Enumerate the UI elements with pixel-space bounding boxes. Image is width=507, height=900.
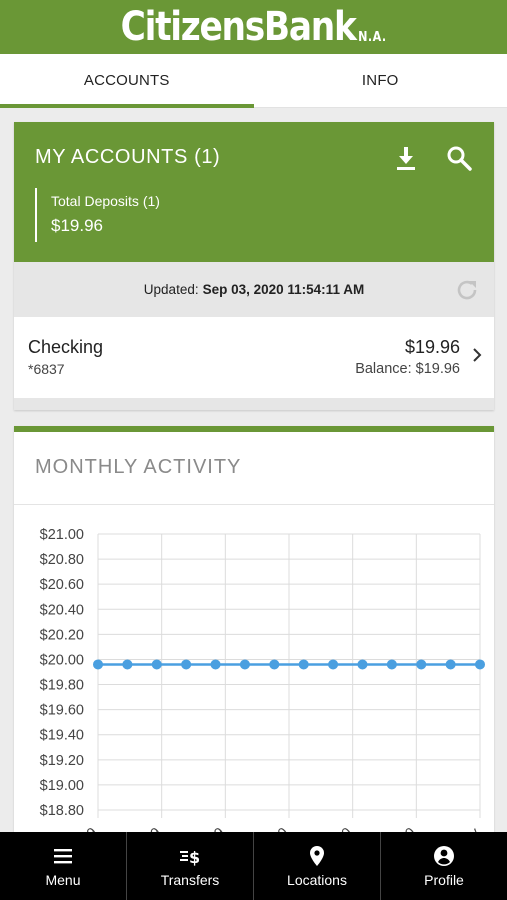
nav-locations-label: Locations xyxy=(287,871,347,888)
nav-locations[interactable]: Locations xyxy=(254,832,381,900)
data-point xyxy=(475,659,485,670)
nav-transfers[interactable]: $ Transfers xyxy=(127,832,254,900)
data-point xyxy=(122,659,133,670)
total-deposits[interactable]: Total Deposits (1) $19.96 xyxy=(35,188,160,242)
chevron-right-icon xyxy=(473,348,482,362)
monthly-activity-title: MONTHLY ACTIVITY xyxy=(35,456,242,478)
refresh-icon[interactable] xyxy=(454,277,480,303)
y-tick-label: $19.60 xyxy=(40,703,84,719)
nav-profile[interactable]: Profile xyxy=(381,832,507,900)
y-tick-label: $18.80 xyxy=(40,803,84,819)
monthly-activity-card: MONTHLY ACTIVITY $21.00 $20.80 $20.60 $20.4… xyxy=(14,426,494,846)
data-point xyxy=(269,659,280,670)
svg-text:$: $ xyxy=(189,848,200,867)
tab-accounts[interactable]: ACCOUNTS xyxy=(0,54,254,108)
transfers-icon: $ xyxy=(180,848,200,867)
nav-menu-label: Menu xyxy=(45,871,81,888)
tab-bar: ACCOUNTS INFO xyxy=(0,54,507,108)
data-point xyxy=(210,659,221,670)
download-icon[interactable] xyxy=(394,145,418,171)
data-point xyxy=(181,659,192,670)
y-tick-label: $20.40 xyxy=(40,602,84,618)
data-point xyxy=(445,659,456,670)
my-accounts-title: MY ACCOUNTS (1) xyxy=(35,146,221,168)
account-name: Checking xyxy=(28,337,104,357)
updated-label: Updated: xyxy=(143,282,199,297)
search-icon[interactable] xyxy=(446,145,472,171)
account-amount: $19.96 xyxy=(404,337,460,357)
y-tick-label: $21.00 xyxy=(40,527,84,543)
updated-bar: Updated: Sep 03, 2020 11:54:11 AM xyxy=(14,262,494,317)
y-tick-label: $20.20 xyxy=(40,627,84,643)
my-accounts-card: MY ACCOUNTS (1) Total Deposits (1) $19.9… xyxy=(14,122,494,410)
y-tick-label: $20.60 xyxy=(40,577,84,593)
y-tick-label: $19.40 xyxy=(40,728,84,744)
data-point xyxy=(151,659,162,670)
y-tick-label: $19.00 xyxy=(40,778,84,794)
data-point xyxy=(328,659,339,670)
card-footer xyxy=(14,398,494,410)
logo-name: CitizensBank xyxy=(120,4,357,50)
y-tick-label: $20.80 xyxy=(40,552,84,568)
data-point xyxy=(239,659,250,670)
divider xyxy=(14,504,494,505)
logo-suffix: N.A. xyxy=(358,30,387,45)
data-point xyxy=(93,659,103,670)
tab-info[interactable]: INFO xyxy=(254,54,507,107)
data-point xyxy=(298,659,309,670)
location-pin-icon xyxy=(310,845,324,866)
nav-menu[interactable]: Menu xyxy=(0,832,127,900)
app-header: CitizensBank N.A. xyxy=(0,0,507,54)
nav-transfers-label: Transfers xyxy=(160,871,220,888)
nav-profile-label: Profile xyxy=(424,871,464,888)
bank-logo: CitizensBank N.A. xyxy=(121,4,387,50)
my-accounts-header: MY ACCOUNTS (1) Total Deposits (1) $19.9… xyxy=(14,122,494,262)
account-row-checking[interactable]: Checking *6837 $19.96 Balance: $19.96 xyxy=(14,317,494,398)
monthly-activity-chart: $21.00 $20.80 $20.60 $20.40 $20.20 $20.00 $19.… xyxy=(40,527,485,846)
chart-container: $21.00 $20.80 $20.60 $20.40 $20.20 $20.00 $19.… xyxy=(14,522,494,846)
data-point xyxy=(416,659,427,670)
account-number: *6837 xyxy=(28,361,65,377)
total-deposits-value: $19.96 xyxy=(51,216,103,235)
y-tick-label: $20.00 xyxy=(40,652,84,668)
updated-timestamp: Sep 03, 2020 11:54:11 AM xyxy=(202,282,365,297)
bottom-nav: Menu $ Transfers Locations Profile xyxy=(0,832,507,900)
data-point xyxy=(357,659,368,670)
total-deposits-label: Total Deposits (1) xyxy=(51,193,160,209)
y-tick-label: $19.20 xyxy=(40,753,84,769)
y-tick-label: $19.80 xyxy=(40,678,84,694)
data-point xyxy=(386,659,397,670)
account-balance: Balance: $19.96 xyxy=(355,361,460,377)
profile-icon xyxy=(434,845,454,866)
menu-icon xyxy=(54,848,72,863)
